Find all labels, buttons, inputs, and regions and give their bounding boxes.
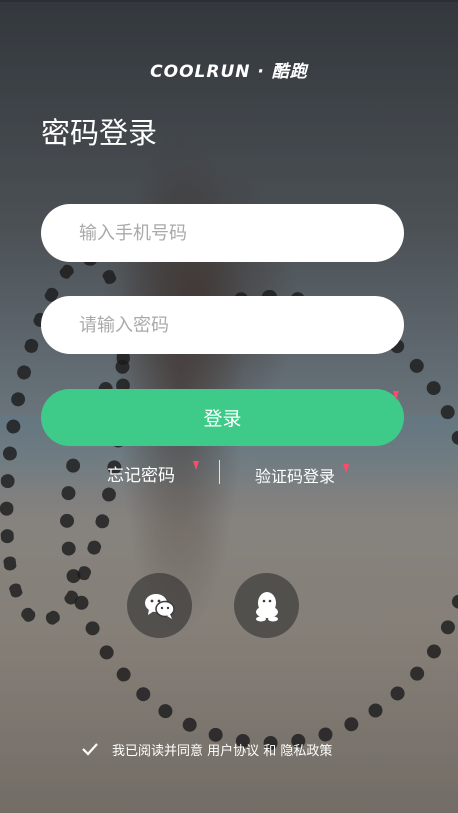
page-title: 密码登录: [41, 116, 158, 150]
marker-icon: [393, 391, 399, 400]
sms-login-link[interactable]: 验证码登录: [255, 463, 335, 487]
agreement-checkbox[interactable]: [78, 738, 102, 760]
marker-icon: [193, 461, 199, 470]
qq-login-button[interactable]: [234, 573, 299, 638]
login-button[interactable]: 登录: [41, 389, 404, 446]
link-divider: [219, 460, 220, 484]
brand-logo: COOLRUN · 酷跑: [150, 62, 308, 82]
phone-input[interactable]: [41, 204, 404, 262]
agreement-row: 我已阅读并同意 用户协议 和 隐私政策: [78, 738, 332, 760]
qq-icon: [255, 591, 278, 621]
wechat-login-button[interactable]: [127, 573, 192, 638]
marker-icon: [343, 464, 349, 473]
forgot-password-link[interactable]: 忘记密码: [107, 461, 175, 486]
agreement-text[interactable]: 我已阅读并同意 用户协议 和 隐私政策: [112, 740, 332, 759]
wechat-icon: [144, 593, 175, 619]
password-input[interactable]: [41, 296, 404, 354]
checkmark-icon: [82, 743, 98, 756]
top-border: [0, 0, 458, 2]
